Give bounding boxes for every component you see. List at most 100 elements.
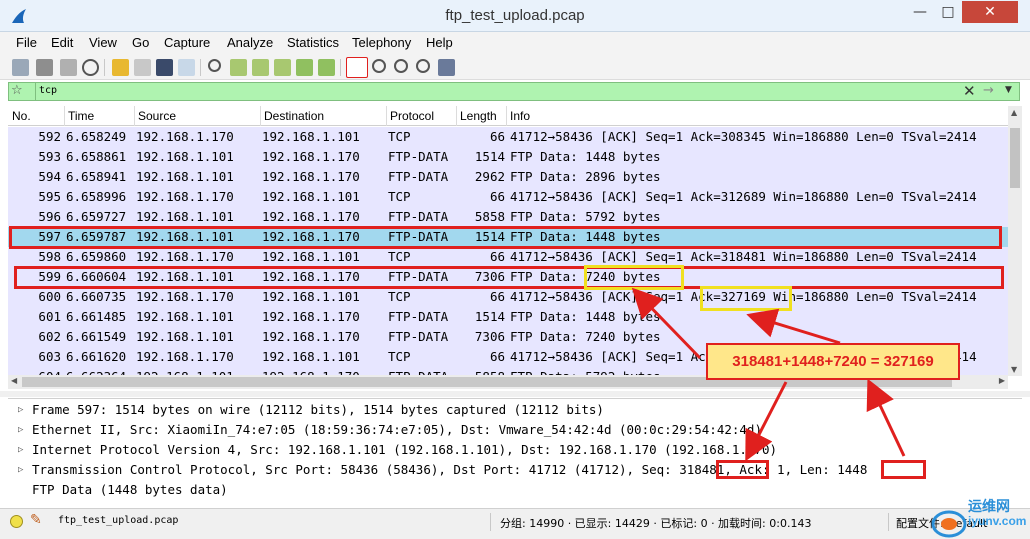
packet-row[interactable]: 592 6.658249 192.168.1.170 192.168.1.101 TCP… <box>8 127 1008 147</box>
display-filter-input[interactable]: tcp <box>39 85 57 96</box>
packet-number: 598 <box>38 249 61 264</box>
scroll-right-icon[interactable]: ▶ <box>999 376 1005 385</box>
stop-capture-icon[interactable] <box>36 59 53 76</box>
packet-row[interactable]: 601 6.661485 192.168.1.101 192.168.1.170 FTP… <box>8 307 1008 327</box>
main-toolbar <box>0 54 1030 80</box>
go-forward-icon[interactable] <box>252 59 269 76</box>
packet-info: FTP Data: 1448 bytes <box>510 149 661 164</box>
expand-icon[interactable]: ▷ <box>18 400 23 420</box>
close-button[interactable]: ✕ <box>962 1 1018 23</box>
menu-help[interactable]: Help <box>426 35 453 50</box>
first-packet-icon[interactable] <box>296 59 313 76</box>
column-header-destination[interactable]: Destination <box>264 109 324 123</box>
scroll-up-icon[interactable]: ▲ <box>1011 108 1017 117</box>
packet-number: 593 <box>38 149 61 164</box>
colorize-icon[interactable] <box>346 57 368 78</box>
menu-edit[interactable]: Edit <box>51 35 73 50</box>
expand-icon[interactable]: ▷ <box>18 440 23 460</box>
star-icon[interactable]: ☆ <box>11 83 23 98</box>
packet-destination: 192.168.1.170 <box>262 169 360 184</box>
column-header-info[interactable]: Info <box>510 109 530 123</box>
scroll-left-icon[interactable]: ◀ <box>11 376 17 385</box>
maximize-button[interactable]: □ <box>934 1 962 23</box>
packet-list[interactable]: 592 6.658249 192.168.1.170 192.168.1.101 TCP… <box>8 127 1008 375</box>
resize-columns-icon[interactable] <box>438 59 455 76</box>
column-header-no[interactable]: No. <box>12 109 31 123</box>
packet-source: 192.168.1.170 <box>136 129 234 144</box>
packet-time: 6.660735 <box>66 289 127 304</box>
capture-options-icon[interactable] <box>82 59 99 76</box>
menu-view[interactable]: View <box>89 35 117 50</box>
packet-row[interactable]: 593 6.658861 192.168.1.101 192.168.1.170 FTP… <box>8 147 1008 167</box>
reload-icon[interactable] <box>178 59 195 76</box>
highlight-box-len <box>881 460 926 479</box>
packet-details: ▷ Frame 597: 1514 bytes on wire (12112 b… <box>8 398 1022 502</box>
column-divider[interactable] <box>506 106 507 126</box>
restart-capture-icon[interactable] <box>60 59 77 76</box>
packet-destination: 192.168.1.101 <box>262 189 360 204</box>
packet-protocol: TCP <box>388 129 411 144</box>
scroll-down-icon[interactable]: ▼ <box>1011 365 1017 374</box>
menu-file[interactable]: File <box>16 35 37 50</box>
column-header-protocol[interactable]: Protocol <box>390 109 434 123</box>
menu-telephony[interactable]: Telephony <box>352 35 411 50</box>
packet-time: 6.662364 <box>66 367 126 375</box>
column-divider[interactable] <box>260 106 261 126</box>
expand-icon[interactable]: ▷ <box>18 420 23 440</box>
column-divider[interactable] <box>386 106 387 126</box>
pane-splitter[interactable] <box>0 391 1030 397</box>
zoom-normal-icon[interactable] <box>416 59 430 73</box>
pencil-icon[interactable]: ✎ <box>30 512 42 528</box>
column-divider[interactable] <box>134 106 135 126</box>
save-file-icon[interactable] <box>134 59 151 76</box>
find-packet-icon[interactable] <box>208 59 221 72</box>
column-header-length[interactable]: Length <box>460 109 497 123</box>
menu-analyze[interactable]: Analyze <box>227 35 273 50</box>
packet-row[interactable]: 598 6.659860 192.168.1.170 192.168.1.101 TCP… <box>8 247 1008 267</box>
column-divider[interactable] <box>64 106 65 126</box>
go-to-packet-icon[interactable] <box>274 59 291 76</box>
menu-go[interactable]: Go <box>132 35 149 50</box>
zoom-in-icon[interactable] <box>372 59 386 73</box>
zoom-out-icon[interactable] <box>394 59 408 73</box>
status-file-name: ftp_test_upload.pcap <box>58 515 179 526</box>
filter-separator <box>35 83 36 100</box>
expand-icon[interactable]: ▷ <box>18 460 23 480</box>
display-filter-bar[interactable]: ☆ tcp ✕ → ▼ <box>8 82 1020 101</box>
packet-info: FTP Data: 2896 bytes <box>510 169 661 184</box>
packet-protocol: FTP-DATA <box>388 209 449 224</box>
packet-row[interactable]: 595 6.658996 192.168.1.170 192.168.1.101 TCP… <box>8 187 1008 207</box>
close-file-icon[interactable] <box>156 59 173 76</box>
minimize-button[interactable]: — <box>906 1 934 23</box>
packet-length: 5858 <box>458 367 505 375</box>
scroll-thumb[interactable] <box>1010 128 1020 188</box>
column-header-source[interactable]: Source <box>138 109 176 123</box>
packet-destination: 192.168.1.170 <box>262 309 360 324</box>
packet-source: 192.168.1.101 <box>136 329 234 344</box>
packet-list-vertical-scrollbar[interactable]: ▲ ▼ <box>1008 106 1022 376</box>
packet-number: 603 <box>38 349 61 364</box>
column-header-time[interactable]: Time <box>68 109 94 123</box>
start-capture-icon[interactable] <box>12 59 29 76</box>
packet-row[interactable]: 594 6.658941 192.168.1.101 192.168.1.170 FTP… <box>8 167 1008 187</box>
packet-destination: 192.168.1.170 <box>262 149 360 164</box>
last-packet-icon[interactable] <box>318 59 335 76</box>
packet-destination: 192.168.1.101 <box>262 129 360 144</box>
expert-info-icon[interactable] <box>10 515 23 528</box>
packet-row[interactable]: 596 6.659727 192.168.1.101 192.168.1.170 FTP… <box>8 207 1008 227</box>
toolbar-separator <box>200 59 201 76</box>
packet-row[interactable]: 600 6.660735 192.168.1.170 192.168.1.101 TCP… <box>8 287 1008 307</box>
packet-source: 192.168.1.101 <box>136 367 234 375</box>
column-divider[interactable] <box>456 106 457 126</box>
menu-capture[interactable]: Capture <box>164 35 210 50</box>
menu-statistics[interactable]: Statistics <box>287 35 339 50</box>
go-back-icon[interactable] <box>230 59 247 76</box>
open-file-icon[interactable] <box>112 59 129 76</box>
packet-destination: 192.168.1.101 <box>262 249 360 264</box>
highlight-box-ack <box>700 286 792 311</box>
chevron-down-icon[interactable]: ▼ <box>1005 85 1012 95</box>
arrow-right-icon[interactable]: → <box>983 83 994 98</box>
packet-info: FTP Data: 7240 bytes <box>510 329 661 344</box>
packet-info: 41712→58436 [ACK] Seq=1 Ack=318481 Win=1… <box>510 249 977 264</box>
close-icon[interactable]: ✕ <box>963 82 976 100</box>
